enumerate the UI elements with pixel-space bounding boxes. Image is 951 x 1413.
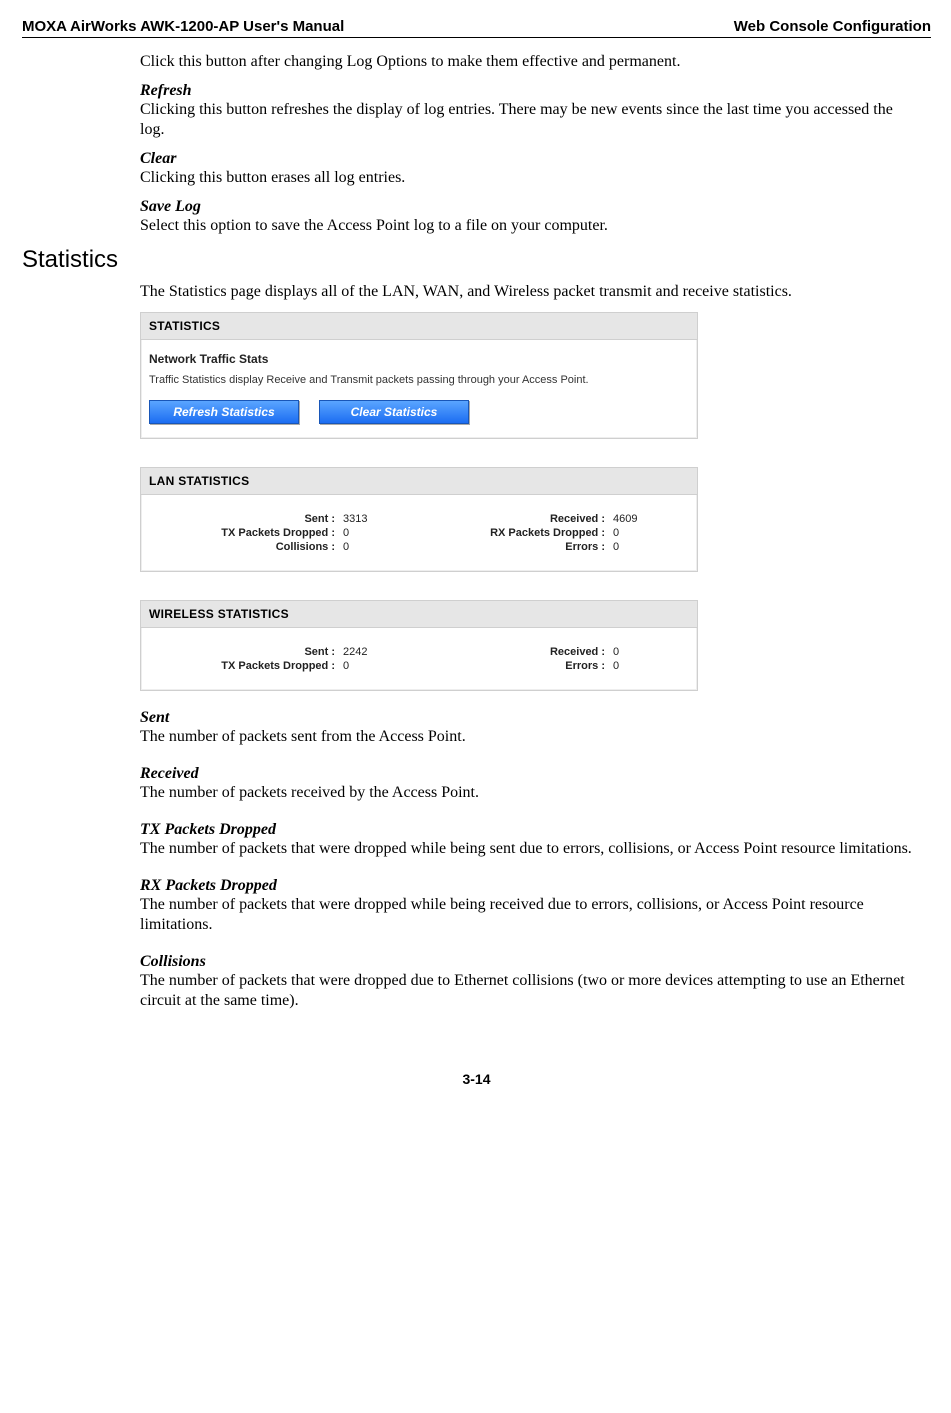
tx-dropped-term: TX Packets Dropped [140,821,921,839]
lan-collisions-label: Collisions : [149,541,339,553]
lan-errors-value: 0 [609,541,669,553]
received-desc: The number of packets received by the Ac… [140,783,921,803]
header-left: MOXA AirWorks AWK-1200-AP User's Manual [22,18,344,35]
tx-dropped-desc: The number of packets that were dropped … [140,839,921,859]
received-term: Received [140,765,921,783]
network-traffic-desc: Traffic Statistics display Receive and T… [149,374,689,386]
rx-dropped-desc: The number of packets that were dropped … [140,895,921,935]
sent-term: Sent [140,709,921,727]
page-number: 3-14 [22,1071,931,1105]
lan-rx-dropped-label: RX Packets Dropped : [419,527,609,539]
lan-collisions-value: 0 [339,541,419,553]
wireless-sent-value: 2242 [339,646,419,658]
rx-dropped-term: RX Packets Dropped [140,877,921,895]
panel-statistics: STATISTICS Network Traffic Stats Traffic… [140,312,698,439]
lan-sent-value: 3313 [339,513,419,525]
lan-rx-dropped-value: 0 [609,527,669,539]
refresh-statistics-button[interactable]: Refresh Statistics [149,400,299,424]
panel-lan-statistics: LAN STATISTICS Sent : 3313 Received : 46… [140,467,698,572]
header-rule [22,37,931,38]
lan-tx-dropped-value: 0 [339,527,419,539]
savelog-desc: Select this option to save the Access Po… [140,216,921,236]
lan-received-value: 4609 [609,513,669,525]
wireless-errors-value: 0 [609,660,669,672]
refresh-term: Refresh [140,82,921,100]
wireless-sent-label: Sent : [149,646,339,658]
panel-wireless-title: WIRELESS STATISTICS [141,601,697,628]
lan-tx-dropped-label: TX Packets Dropped : [149,527,339,539]
wireless-tx-dropped-label: TX Packets Dropped : [149,660,339,672]
header-right: Web Console Configuration [734,18,931,35]
panel-lan-title: LAN STATISTICS [141,468,697,495]
clear-term: Clear [140,150,921,168]
statistics-screenshot: STATISTICS Network Traffic Stats Traffic… [140,312,698,691]
wireless-tx-dropped-value: 0 [339,660,419,672]
wireless-errors-label: Errors : [419,660,609,672]
panel-wireless-statistics: WIRELESS STATISTICS Sent : 2242 Received… [140,600,698,691]
lan-errors-label: Errors : [419,541,609,553]
clear-statistics-button[interactable]: Clear Statistics [319,400,469,424]
wireless-received-value: 0 [609,646,669,658]
collisions-term: Collisions [140,953,921,971]
lan-received-label: Received : [419,513,609,525]
clear-desc: Clicking this button erases all log entr… [140,168,921,188]
intro-paragraph: Click this button after changing Log Opt… [140,52,921,72]
statistics-intro: The Statistics page displays all of the … [140,282,921,302]
collisions-desc: The number of packets that were dropped … [140,971,921,1011]
refresh-desc: Clicking this button refreshes the displ… [140,100,921,140]
section-title-statistics: Statistics [22,246,931,274]
savelog-term: Save Log [140,198,921,216]
wireless-received-label: Received : [419,646,609,658]
panel-statistics-title: STATISTICS [141,313,697,340]
network-traffic-heading: Network Traffic Stats [149,352,689,366]
lan-sent-label: Sent : [149,513,339,525]
sent-desc: The number of packets sent from the Acce… [140,727,921,747]
